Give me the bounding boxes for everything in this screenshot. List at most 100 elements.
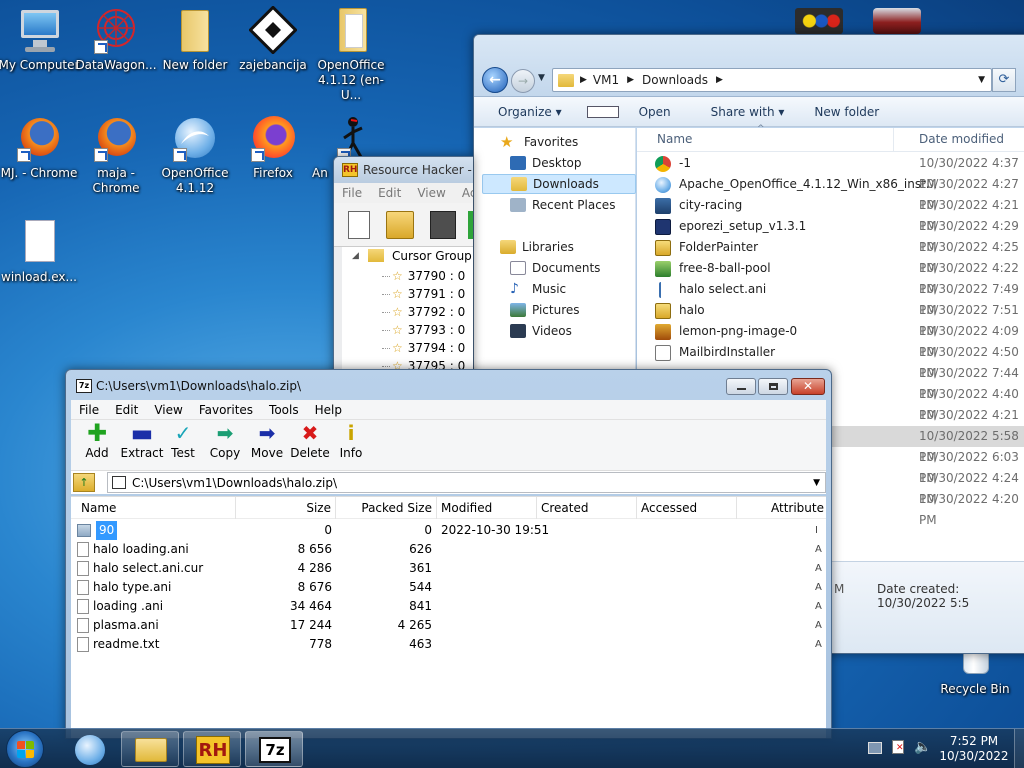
desktop-icon-my-computer[interactable]: My Computer	[0, 6, 80, 73]
archive-row[interactable]: plasma.ani 17 244 4 265 A	[71, 616, 826, 635]
archive-row[interactable]: halo type.ani 8 676 544 A	[71, 578, 826, 597]
file-row[interactable]: halo 10/30/2022 7:51 PM	[637, 300, 1024, 338]
archive-row[interactable]: 90 0 0 2022-10-30 19:51 I	[71, 521, 826, 540]
save-icon[interactable]	[430, 211, 456, 239]
nav-desktop[interactable]: Desktop	[510, 153, 582, 173]
copy-button[interactable]: ➡ Copy	[204, 420, 246, 460]
desktop-icon-zajebancija[interactable]: zajebancija	[232, 5, 314, 73]
desktop-icon-openoffice-installer[interactable]: OpenOffice 4.1.12 (en-U...	[310, 6, 392, 103]
desktop-icon-mj-chrome[interactable]: MJ. - Chrome	[0, 114, 80, 181]
show-desktop-button[interactable]	[1014, 729, 1024, 768]
test-button[interactable]: ✓ Test	[162, 420, 204, 460]
pool-game-icon[interactable]	[795, 8, 843, 34]
share-with-button[interactable]: Share with ▾	[696, 105, 800, 119]
history-dropdown[interactable]: ▼	[538, 73, 545, 83]
tree-cursor-item[interactable]: ☆ 37793 : 0	[392, 321, 465, 339]
taskbar-openoffice[interactable]	[60, 731, 118, 767]
tree-cursor-group[interactable]: Cursor Group	[392, 249, 472, 263]
menu-edit[interactable]: Edit	[107, 403, 146, 417]
nav-documents[interactable]: Documents	[510, 258, 600, 278]
rh-menu-edit[interactable]: Edit	[370, 186, 409, 200]
move-button[interactable]: ➡ Move	[246, 420, 288, 460]
breadcrumb-downloads[interactable]: Downloads	[642, 73, 708, 87]
network-icon[interactable]	[868, 742, 882, 754]
delete-button[interactable]: ✖ Delete	[288, 420, 332, 460]
nav-recent-places[interactable]: Recent Places	[510, 195, 615, 215]
rh-menu-action[interactable]: Acti	[454, 186, 473, 200]
file-row[interactable]: free-8-ball-pool 10/30/2022 4:22 PM	[637, 258, 1024, 296]
forward-button[interactable]: →	[511, 69, 535, 93]
column-attribute[interactable]: Attribute	[737, 497, 828, 519]
new-folder-button[interactable]: New folder	[799, 105, 894, 119]
column-name[interactable]: Name	[71, 497, 236, 519]
archive-row[interactable]: halo select.ani.cur 4 286 361 A	[71, 559, 826, 578]
column-name[interactable]: Name	[657, 132, 692, 146]
nav-favorites[interactable]: ★ Favorites	[500, 132, 578, 152]
refresh-button[interactable]: ⟳	[992, 68, 1016, 92]
extract-button[interactable]: ▬ Extract	[119, 420, 165, 460]
column-modified[interactable]: Modified	[437, 497, 537, 519]
file-row[interactable]: city-racing 10/30/2022 4:21 PM	[637, 195, 1024, 233]
rh-menu-view[interactable]: View	[409, 186, 453, 200]
maximize-button[interactable]	[758, 378, 788, 395]
address-bar[interactable]: ▶ VM1 ▶ Downloads ▶ ▼	[552, 68, 992, 92]
taskbar-resource-hacker[interactable]: RH	[183, 731, 241, 767]
close-button[interactable]: ✕	[791, 378, 825, 395]
rh-menu-file[interactable]: File	[334, 186, 370, 200]
menu-tools[interactable]: Tools	[261, 403, 307, 417]
minimize-button[interactable]	[726, 378, 756, 395]
tree-cursor-item[interactable]: ☆ 37792 : 0	[392, 303, 465, 321]
desktop-icon-new-folder[interactable]: New folder	[154, 6, 236, 73]
tree-cursor-item[interactable]: ☆ 37794 : 0	[392, 339, 465, 357]
taskbar-7zip[interactable]: 7z	[245, 731, 303, 767]
archive-row[interactable]: halo loading.ani 8 656 626 A	[71, 540, 826, 559]
start-button[interactable]	[6, 730, 44, 768]
file-row[interactable]: lemon-png-image-0 10/30/2022 4:09 PM	[637, 321, 1024, 359]
back-button[interactable]: ←	[482, 67, 508, 93]
column-packed-size[interactable]: Packed Size	[336, 497, 437, 519]
open-button[interactable]: Open	[577, 105, 696, 119]
tree-cursor-item[interactable]: ☆ 37791 : 0	[392, 285, 465, 303]
7zip-path-field[interactable]: C:\Users\vm1\Downloads\halo.zip\ ▼	[107, 472, 826, 493]
nav-videos[interactable]: Videos	[510, 321, 572, 341]
file-row[interactable]: -1 10/30/2022 4:37 PM	[637, 153, 1024, 191]
file-row[interactable]: MailbirdInstaller 10/30/2022 4:50 PM	[637, 342, 1024, 380]
menu-help[interactable]: Help	[307, 403, 350, 417]
desktop-icon-maja-chrome[interactable]: maja - Chrome	[75, 114, 157, 196]
nav-libraries[interactable]: Libraries	[500, 237, 574, 257]
volume-icon[interactable]: 🔈	[914, 739, 931, 755]
green-action-icon[interactable]	[468, 211, 473, 239]
desktop-icon-openoffice[interactable]: OpenOffice 4.1.12	[154, 114, 236, 196]
file-row[interactable]: halo select.ani 10/30/2022 7:49 PM	[637, 279, 1024, 317]
organize-button[interactable]: Organize ▾	[474, 105, 577, 119]
archive-row[interactable]: readme.txt 778 463 A	[71, 635, 826, 654]
address-dropdown-icon[interactable]: ▼	[978, 75, 985, 85]
menu-file[interactable]: File	[71, 403, 107, 417]
menu-favorites[interactable]: Favorites	[191, 403, 261, 417]
tree-expander-icon[interactable]: ◢	[352, 251, 359, 261]
column-accessed[interactable]: Accessed	[637, 497, 737, 519]
archive-row[interactable]: loading .ani 34 464 841 A	[71, 597, 826, 616]
open-folder-icon[interactable]	[386, 211, 414, 239]
tree-cursor-item[interactable]: ☆ 37790 : 0	[392, 267, 465, 285]
path-dropdown-icon[interactable]: ▼	[813, 478, 820, 488]
up-folder-button[interactable]: ↑	[73, 473, 95, 492]
desktop-icon-datawagon[interactable]: DataWagon...	[75, 6, 157, 73]
column-created[interactable]: Created	[537, 497, 637, 519]
clock[interactable]: 7:52 PM 10/30/2022	[936, 734, 1012, 764]
taskbar-explorer[interactable]	[121, 731, 179, 767]
menu-view[interactable]: View	[146, 403, 190, 417]
action-center-icon[interactable]: ✕	[892, 740, 904, 754]
column-size[interactable]: Size	[236, 497, 336, 519]
7zip-titlebar[interactable]: 7z C:\Users\vm1\Downloads\halo.zip\ ✕	[66, 370, 831, 400]
rh-titlebar[interactable]: RH Resource Hacker - ch	[334, 157, 473, 183]
column-date-modified[interactable]: Date modified	[919, 132, 1004, 146]
nav-downloads[interactable]: Downloads	[482, 174, 636, 194]
add-button[interactable]: ✚ Add	[76, 420, 118, 460]
file-row[interactable]: Apache_OpenOffice_4.1.12_Win_x86_inst...…	[637, 174, 1024, 212]
file-row[interactable]: FolderPainter 10/30/2022 4:25 PM	[637, 237, 1024, 275]
nav-music[interactable]: ♪ Music	[510, 279, 566, 299]
desktop-icon-winload[interactable]: winload.ex...	[0, 218, 80, 285]
info-button[interactable]: i Info	[330, 420, 372, 460]
file-row[interactable]: eporezi_setup_v1.3.1 10/30/2022 4:29 PM	[637, 216, 1024, 254]
